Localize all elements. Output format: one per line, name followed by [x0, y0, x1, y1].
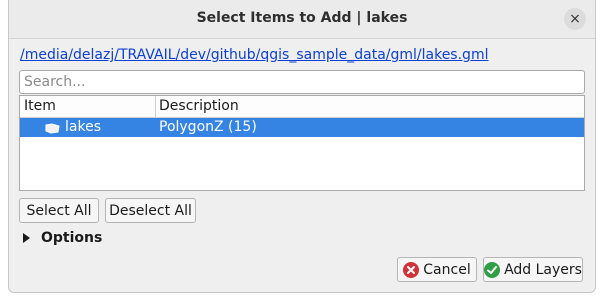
tree-row[interactable]: lakes PolygonZ (15): [20, 118, 584, 137]
dialog-title: Select Items to Add | lakes: [196, 10, 408, 26]
polygon-layer-icon: [45, 122, 60, 138]
source-path-link[interactable]: /media/delazj/TRAVAIL/dev/github/qgis_sa…: [20, 47, 488, 63]
search-input[interactable]: [19, 70, 585, 94]
cancel-label: Cancel: [423, 261, 471, 278]
column-separator: [155, 96, 156, 117]
cancel-button[interactable]: Cancel: [397, 257, 477, 282]
column-header-description[interactable]: Description: [159, 98, 239, 114]
options-toggle[interactable]: Options: [23, 230, 102, 246]
cancel-icon: [403, 261, 420, 278]
options-label: Options: [41, 230, 103, 246]
select-all-button[interactable]: Select All: [19, 198, 99, 223]
items-tree[interactable]: Item Description lakes PolygonZ (15): [19, 95, 585, 191]
select-items-dialog: Select Items to Add | lakes × /media/del…: [8, 0, 596, 293]
deselect-all-button[interactable]: Deselect All: [105, 198, 196, 223]
add-layers-button[interactable]: Add Layers: [483, 257, 583, 282]
check-icon: [484, 261, 501, 278]
tree-header: Item Description: [20, 96, 584, 118]
close-button[interactable]: ×: [564, 8, 586, 30]
triangle-right-icon: [23, 233, 30, 243]
title-bar: Select Items to Add | lakes ×: [9, 0, 595, 39]
close-icon: ×: [569, 11, 581, 27]
row-item-description: PolygonZ (15): [159, 119, 257, 135]
row-item-name: lakes: [65, 119, 101, 135]
column-header-item[interactable]: Item: [24, 98, 56, 114]
add-layers-label: Add Layers: [504, 261, 582, 278]
